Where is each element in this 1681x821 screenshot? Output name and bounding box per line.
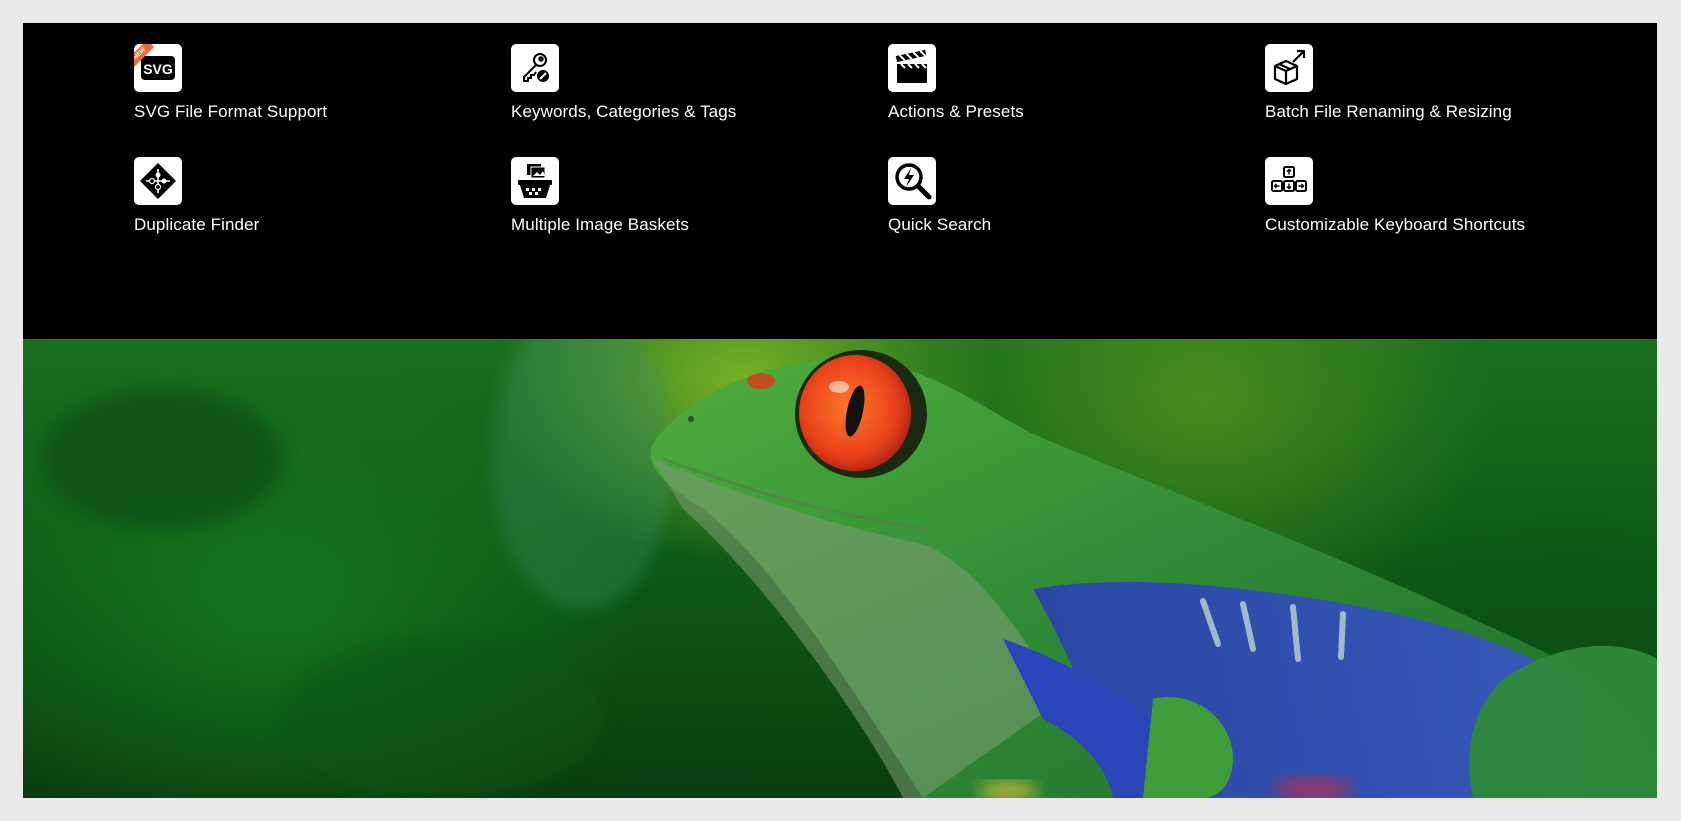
svg-file-icon: SVG NEW — [134, 44, 182, 92]
feature-keyboard-shortcuts[interactable]: Customizable Keyboard Shortcuts — [1265, 157, 1625, 237]
frog-illustration — [43, 339, 1657, 798]
feature-duplicate-finder[interactable]: Duplicate Finder — [134, 157, 494, 237]
feature-batch-rename[interactable]: Batch File Renaming & Resizing — [1265, 44, 1625, 124]
hero-image — [23, 339, 1657, 798]
feature-label: Customizable Keyboard Shortcuts — [1265, 215, 1526, 234]
box-export-icon — [1265, 44, 1313, 92]
feature-label: Batch File Renaming & Resizing — [1265, 102, 1512, 121]
feature-label: Duplicate Finder — [134, 215, 260, 234]
feature-label: SVG File Format Support — [134, 102, 328, 121]
feature-image-baskets[interactable]: Multiple Image Baskets — [511, 157, 871, 237]
feature-label: Keywords, Categories & Tags — [511, 102, 737, 121]
feature-label: Actions & Presets — [888, 102, 1024, 121]
feature-quick-search[interactable]: Quick Search — [888, 157, 1248, 237]
svg-icon-text: SVG — [143, 61, 173, 77]
clapperboard-icon — [888, 44, 936, 92]
keyboard-keys-icon — [1265, 157, 1313, 205]
feature-label: Multiple Image Baskets — [511, 215, 689, 234]
feature-svg-support[interactable]: SVG NEW SVG File Format Support — [134, 44, 494, 124]
key-tag-icon — [511, 44, 559, 92]
feature-actions-presets[interactable]: Actions & Presets — [888, 44, 1248, 124]
image-basket-icon — [511, 157, 559, 205]
lightning-search-icon — [888, 157, 936, 205]
feature-grid: SVG NEW SVG File Format Support Keywords… — [23, 23, 1657, 339]
page-frame: SVG NEW SVG File Format Support Keywords… — [23, 23, 1657, 798]
puzzle-diamond-icon — [134, 157, 182, 205]
feature-keywords[interactable]: Keywords, Categories & Tags — [511, 44, 871, 124]
feature-label: Quick Search — [888, 215, 992, 234]
